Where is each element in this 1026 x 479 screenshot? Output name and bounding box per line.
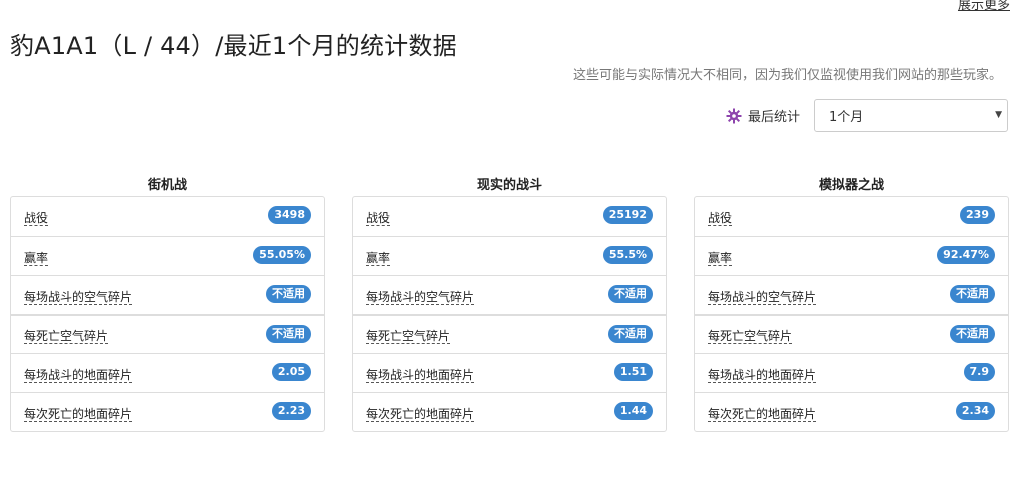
period-filter: 最后统计 1个月 ▼ (726, 99, 1008, 132)
stat-label[interactable]: 赢率 (24, 251, 49, 266)
arcade-column: 街机战 战役 3498 赢率 55.05% 每场战斗的空气碎片 不适用 每死亡空气碎片… (10, 176, 325, 432)
stat-badge: 3498 (268, 206, 311, 224)
stat-badge: 不适用 (950, 325, 995, 343)
stat-badge: 7.9 (963, 363, 995, 381)
stat-badge: 不适用 (608, 325, 653, 343)
stat-badge: 55.05% (253, 246, 311, 264)
list-item: 战役 3498 (11, 197, 324, 236)
realistic-column: 现实的战斗 战役 25192 赢率 55.5% 每场战斗的空气碎片 不适用 每死亡空气… (352, 176, 667, 432)
stat-badge: 2.23 (271, 402, 311, 420)
stat-label[interactable]: 赢率 (366, 251, 391, 266)
stats-list: 战役 3498 赢率 55.05% 每场战斗的空气碎片 不适用 每死亡空气碎片 不适用 … (10, 196, 325, 432)
list-item: 每次死亡的地面碎片 2.34 (695, 392, 1008, 431)
stat-badge: 25192 (602, 206, 653, 224)
list-item: 每场战斗的空气碎片 不适用 (11, 275, 324, 314)
stat-label[interactable]: 每场战斗的空气碎片 (24, 290, 133, 305)
stat-badge: 2.34 (955, 402, 995, 420)
stat-badge: 55.5% (602, 246, 653, 264)
list-item: 每次死亡的地面碎片 2.23 (11, 392, 324, 431)
stat-badge: 不适用 (608, 285, 653, 303)
list-item: 每次死亡的地面碎片 1.44 (353, 392, 666, 431)
list-item: 每场战斗的空气碎片 不适用 (353, 275, 666, 314)
column-title: 街机战 (147, 178, 187, 193)
list-item: 每死亡空气碎片 不适用 (695, 314, 1008, 353)
stats-list: 战役 239 赢率 92.47% 每场战斗的空气碎片 不适用 每死亡空气碎片 不适用 每… (694, 196, 1009, 432)
stat-badge: 2.05 (271, 363, 311, 381)
stat-label[interactable]: 每次死亡的地面碎片 (708, 407, 817, 422)
list-item: 赢率 55.05% (11, 236, 324, 275)
stat-badge: 239 (960, 206, 995, 224)
stat-badge: 1.51 (613, 363, 653, 381)
stat-label[interactable]: 每死亡空气碎片 (24, 329, 109, 344)
stat-label[interactable]: 每次死亡的地面碎片 (366, 407, 475, 422)
list-item: 每场战斗的空气碎片 不适用 (695, 275, 1008, 314)
stat-label[interactable]: 每场战斗的地面碎片 (366, 368, 475, 383)
gear-icon (726, 108, 742, 123)
period-select-value: 1个月 (829, 110, 864, 125)
column-title: 现实的战斗 (476, 178, 542, 193)
stat-label[interactable]: 战役 (24, 211, 49, 226)
show-more-link[interactable]: 展示更多 (958, 0, 1010, 13)
list-item: 每死亡空气碎片 不适用 (353, 314, 666, 353)
stat-label[interactable]: 每场战斗的空气碎片 (366, 290, 475, 305)
stat-label[interactable]: 战役 (708, 211, 733, 226)
stat-label[interactable]: 每次死亡的地面碎片 (24, 407, 133, 422)
list-item: 赢率 92.47% (695, 236, 1008, 275)
list-item: 战役 25192 (353, 197, 666, 236)
list-item: 每场战斗的地面碎片 7.9 (695, 353, 1008, 392)
stat-label[interactable]: 每死亡空气碎片 (708, 329, 793, 344)
last-stats-text: 最后统计 (747, 110, 800, 125)
list-item: 赢率 55.5% (353, 236, 666, 275)
stat-label[interactable]: 赢率 (708, 251, 733, 266)
period-select[interactable]: 1个月 ▼ (814, 99, 1008, 132)
stat-label[interactable]: 战役 (366, 211, 391, 226)
list-item: 战役 239 (695, 197, 1008, 236)
list-item: 每场战斗的地面碎片 2.05 (11, 353, 324, 392)
column-title: 模拟器之战 (818, 178, 884, 193)
stat-badge: 不适用 (950, 285, 995, 303)
disclaimer-text: 这些可能与实际情况大不相同，因为我们仅监视使用我们网站的那些玩家。 (572, 68, 1002, 83)
stat-badge: 不适用 (266, 285, 311, 303)
stat-label[interactable]: 每场战斗的空气碎片 (708, 290, 817, 305)
stats-list: 战役 25192 赢率 55.5% 每场战斗的空气碎片 不适用 每死亡空气碎片 不适用 … (352, 196, 667, 432)
list-item: 每死亡空气碎片 不适用 (11, 314, 324, 353)
caret-down-icon: ▼ (995, 110, 1002, 120)
stat-badge: 不适用 (266, 325, 311, 343)
stat-badge: 1.44 (613, 402, 653, 420)
page-title: 豹A1A1（L / 44）/最近1个月的统计数据 (10, 32, 457, 60)
simulator-column: 模拟器之战 战役 239 赢率 92.47% 每场战斗的空气碎片 不适用 每死亡空气碎… (694, 176, 1009, 432)
list-item: 每场战斗的地面碎片 1.51 (353, 353, 666, 392)
stat-label[interactable]: 每死亡空气碎片 (366, 329, 451, 344)
last-stats-label: 最后统计 (726, 106, 800, 125)
stat-label[interactable]: 每场战斗的地面碎片 (708, 368, 817, 383)
stat-label[interactable]: 每场战斗的地面碎片 (24, 368, 133, 383)
stat-badge: 92.47% (937, 246, 995, 264)
